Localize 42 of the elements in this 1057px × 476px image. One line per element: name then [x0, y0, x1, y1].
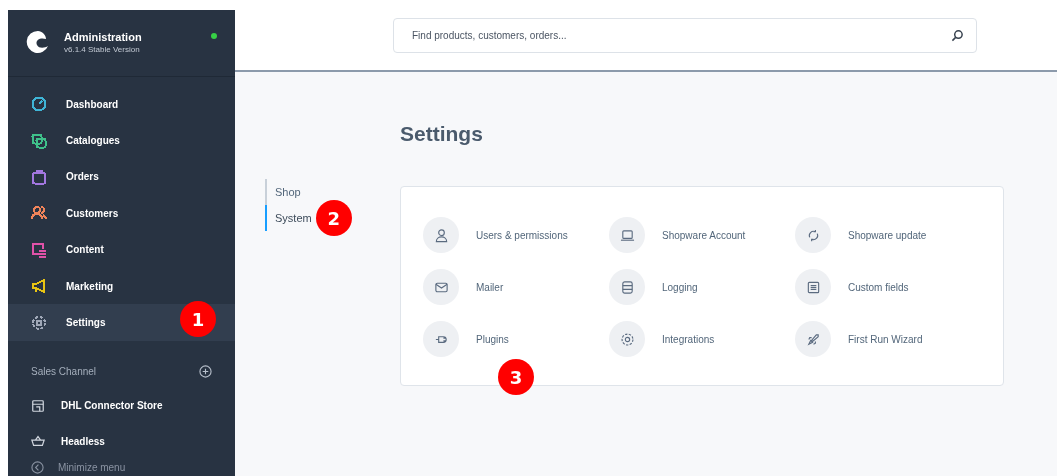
page-title: Settings — [400, 122, 484, 146]
search-field[interactable]: Find products, customers, orders... — [393, 17, 977, 53]
user-icon — [423, 217, 459, 253]
chevron-left-icon — [31, 461, 44, 474]
envelope-icon — [423, 269, 459, 305]
refresh-icon — [795, 217, 831, 253]
settings-module-link[interactable]: First Run Wizard — [795, 321, 923, 357]
minimize-menu-button[interactable]: Minimize menu — [8, 459, 235, 476]
settings-module-link[interactable]: Shopware update — [795, 217, 927, 253]
settings-tab[interactable]: System — [265, 205, 314, 231]
laptop-icon — [609, 217, 645, 253]
nav-item[interactable]: Content — [8, 231, 235, 268]
section-heading: Sales Channel — [31, 365, 97, 377]
document-icon — [795, 269, 831, 305]
settings-module-link[interactable]: Users & permissions — [423, 217, 568, 253]
settings-tab[interactable]: Shop — [265, 179, 303, 205]
settings-icon — [609, 321, 645, 357]
app-title: Administration — [64, 30, 143, 43]
step-marker: 2 — [315, 200, 352, 236]
basket-icon — [31, 434, 45, 449]
settings-module-link[interactable]: Plugins — [423, 321, 509, 357]
settings-module-link[interactable]: Shopware Account — [609, 217, 746, 253]
settings-module-link[interactable]: Mailer — [423, 269, 504, 305]
search-icon[interactable] — [951, 28, 964, 42]
nav-item[interactable]: Catalogues — [8, 122, 235, 159]
sales-channel-item[interactable]: DHL Connector Store — [8, 387, 235, 424]
sales-channel-item[interactable]: Headless — [8, 423, 235, 459]
nav-item[interactable]: Orders — [8, 158, 235, 196]
settings-module-link[interactable]: Integrations — [609, 321, 715, 357]
add-icon[interactable] — [199, 364, 212, 378]
version-label: v6.1.4 Stable Version — [64, 44, 141, 54]
nav-item[interactable]: Dashboard — [8, 86, 235, 123]
settings-module-link[interactable]: Custom fields — [795, 269, 909, 305]
step-marker: 3 — [498, 359, 534, 395]
database-icon — [609, 269, 645, 305]
nav-item[interactable]: Settings 1 — [8, 304, 235, 341]
nav-item[interactable]: Customers — [8, 195, 235, 232]
step-marker: 1 — [180, 301, 216, 338]
storefront-icon — [31, 398, 45, 413]
plug-icon — [423, 321, 459, 357]
logo-icon — [26, 30, 50, 54]
settings-module-link[interactable]: Logging — [609, 269, 698, 305]
